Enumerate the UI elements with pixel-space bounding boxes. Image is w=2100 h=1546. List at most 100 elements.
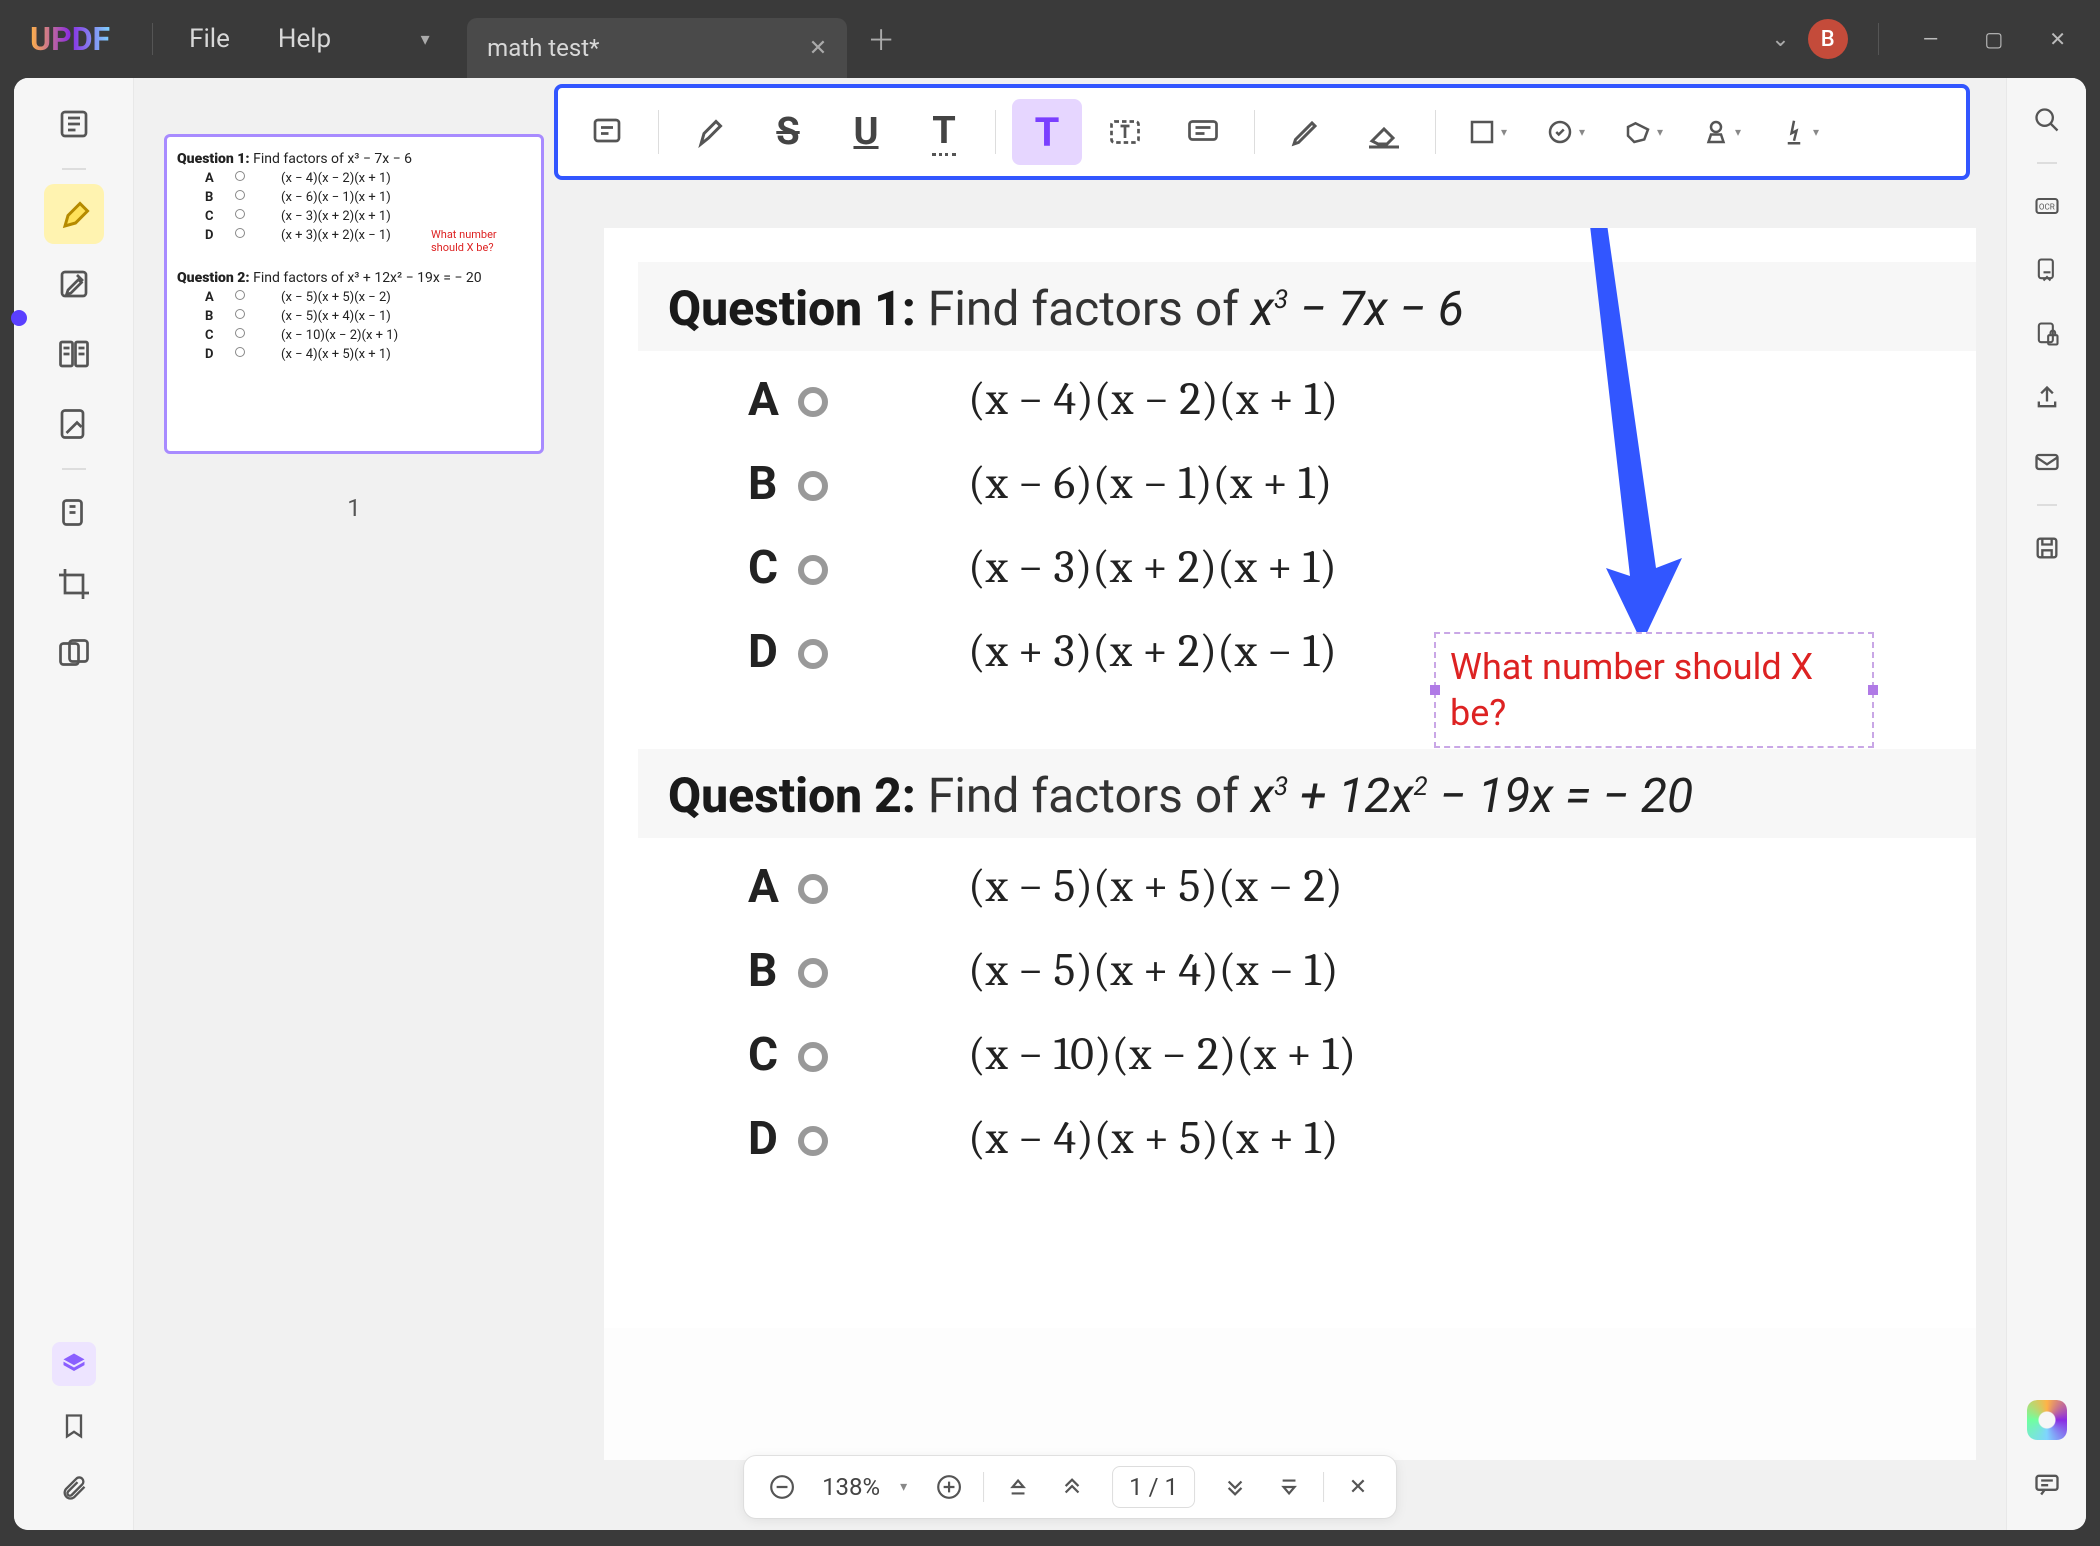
page-organize-icon[interactable] — [44, 324, 104, 384]
attachment-icon[interactable] — [44, 1466, 104, 1510]
text-tool-icon[interactable]: T — [1012, 99, 1082, 165]
option-radio[interactable] — [798, 874, 828, 904]
option-radio[interactable] — [798, 639, 828, 669]
option-letter: D — [748, 1112, 798, 1166]
thumb-option-row: B(x − 6)(x − 1)(x + 1) — [177, 190, 531, 205]
close-window-button[interactable]: ✕ — [2035, 21, 2080, 57]
menu-file[interactable]: File — [165, 16, 254, 62]
thumb-option-row: A(x − 5)(x + 5)(x − 2) — [177, 290, 531, 305]
thumb-question-heading: Question 1: Find factors of x³ − 7x − 6 — [177, 151, 531, 167]
squiggly-tool-icon[interactable]: T — [909, 99, 979, 165]
pencil-tool-icon[interactable] — [1271, 99, 1341, 165]
tab-label: math test* — [487, 34, 599, 62]
page-viewport[interactable]: Question 1: Find factors of x3 − 7x − 6A… — [604, 228, 1976, 1460]
option-expression: (x − 5)(x + 5)(x − 2) — [968, 860, 1343, 913]
avatar[interactable]: B — [1808, 19, 1848, 59]
thumb-option-row: D(x + 3)(x + 2)(x − 1)What number should… — [177, 228, 531, 254]
rail-indicator-dot — [11, 310, 27, 326]
share-icon[interactable] — [2021, 372, 2073, 424]
close-footer-button[interactable]: ✕ — [1338, 1467, 1378, 1507]
app-brand: UPDF — [30, 20, 110, 58]
option-radio[interactable] — [798, 1042, 828, 1072]
new-tab-button[interactable]: ＋ — [867, 19, 895, 59]
close-icon[interactable]: ✕ — [809, 36, 827, 61]
right-tool-rail: OCR — [2006, 78, 2086, 1530]
compare-icon[interactable] — [44, 624, 104, 684]
option-radio[interactable] — [798, 471, 828, 501]
ai-assistant-icon[interactable] — [2027, 1400, 2067, 1440]
maximize-button[interactable]: ▢ — [1970, 21, 2017, 57]
thumb-option-row: D(x − 4)(x + 5)(x + 1) — [177, 347, 531, 362]
thumb-question-heading: Question 2: Find factors of x³ + 12x² − … — [177, 270, 531, 286]
comments-panel-icon[interactable] — [2021, 1458, 2073, 1510]
minimize-button[interactable]: — — [1909, 21, 1953, 57]
option-expression: (x − 6)(x − 1)(x + 1) — [968, 457, 1332, 510]
eraser-tool-icon[interactable] — [1349, 99, 1419, 165]
tab-dropdown[interactable]: ▾ — [395, 14, 455, 64]
callout-tool-icon[interactable] — [1168, 99, 1238, 165]
edit-text-icon[interactable] — [44, 254, 104, 314]
stamp2-tool-icon[interactable]: ▾ — [1686, 99, 1756, 165]
last-page-button[interactable] — [1269, 1467, 1309, 1507]
page-indicator[interactable]: 1 / 1 — [1112, 1466, 1195, 1508]
option-radio[interactable] — [798, 555, 828, 585]
email-icon[interactable] — [2021, 436, 2073, 488]
svg-text:OCR: OCR — [2038, 202, 2054, 212]
document-area: Question 1: Find factors of x³ − 7x − 6 A… — [134, 78, 2006, 1530]
note-tool-icon[interactable] — [572, 99, 642, 165]
option-expression: (x − 4)(x − 2)(x + 1) — [968, 373, 1338, 426]
zoom-dropdown-icon[interactable]: ▾ — [900, 1479, 907, 1495]
first-page-button[interactable] — [998, 1467, 1038, 1507]
title-bar: UPDF File Help ▾ math test* ✕ ＋ ⌄ B — ▢ … — [0, 0, 2100, 78]
shape-tool-icon[interactable]: ▾ — [1452, 99, 1522, 165]
save-icon[interactable] — [2021, 522, 2073, 574]
option-row: C(x − 10)(x − 2)(x + 1) — [748, 1028, 1976, 1082]
option-radio[interactable] — [798, 1126, 828, 1156]
text-annotation[interactable]: What number should X be? — [1434, 632, 1874, 748]
stamp-tool-icon[interactable]: ▾ — [1530, 99, 1600, 165]
prev-page-button[interactable] — [1052, 1467, 1092, 1507]
next-page-button[interactable] — [1215, 1467, 1255, 1507]
layers-icon[interactable] — [52, 1342, 96, 1386]
option-expression: (x − 5)(x + 4)(x − 1) — [968, 944, 1338, 997]
option-expression: (x + 3)(x + 2)(x − 1) — [968, 625, 1337, 678]
question-heading: Question 2: Find factors of x3 + 12x2 − … — [638, 749, 1976, 838]
bookmark-icon[interactable] — [44, 1404, 104, 1448]
strikethrough-tool-icon[interactable]: S — [753, 99, 823, 165]
protect-icon[interactable] — [2021, 308, 2073, 360]
chevron-down-icon[interactable]: ⌄ — [1771, 27, 1789, 52]
thumbnail-page-number: 1 — [164, 494, 544, 522]
zoom-level: 138% — [822, 1473, 880, 1501]
left-tool-rail — [14, 78, 134, 1530]
menu-help[interactable]: Help — [254, 16, 355, 62]
option-expression: (x − 3)(x + 2)(x + 1) — [968, 541, 1337, 594]
option-row: A (x − 4)(x − 2)(x + 1) — [748, 373, 1976, 427]
option-expression: (x − 10)(x − 2)(x + 1) — [968, 1028, 1356, 1081]
option-letter: B — [748, 944, 798, 998]
reader-mode-icon[interactable] — [44, 94, 104, 154]
ocr-icon[interactable]: OCR — [2021, 180, 2073, 232]
convert-icon[interactable] — [2021, 244, 2073, 296]
document-tab[interactable]: math test* ✕ — [467, 18, 847, 78]
crop-icon[interactable] — [44, 554, 104, 614]
sticker-tool-icon[interactable]: ▾ — [1608, 99, 1678, 165]
form-mode-icon[interactable] — [44, 394, 104, 454]
option-row: B(x − 6)(x − 1)(x + 1) — [748, 457, 1976, 511]
page-thumbnail[interactable]: Question 1: Find factors of x³ − 7x − 6 A… — [164, 134, 544, 454]
signature-tool-icon[interactable]: ▾ — [1764, 99, 1834, 165]
zoom-out-button[interactable] — [762, 1467, 802, 1507]
textbox-tool-icon[interactable] — [1090, 99, 1160, 165]
option-radio[interactable] — [798, 958, 828, 988]
option-letter: C — [748, 541, 798, 595]
titlebar-separator — [1878, 23, 1879, 55]
tools-icon[interactable] — [44, 484, 104, 544]
option-radio[interactable] — [798, 387, 828, 417]
search-icon[interactable] — [2021, 94, 2073, 146]
highlight-tool-icon[interactable] — [675, 99, 745, 165]
option-letter: A — [748, 860, 798, 914]
comment-mode-icon[interactable] — [44, 184, 104, 244]
underline-tool-icon[interactable]: U — [831, 99, 901, 165]
option-letter: A — [748, 373, 798, 427]
zoom-in-button[interactable] — [929, 1467, 969, 1507]
option-row: D(x − 4)(x + 5)(x + 1) — [748, 1112, 1976, 1166]
